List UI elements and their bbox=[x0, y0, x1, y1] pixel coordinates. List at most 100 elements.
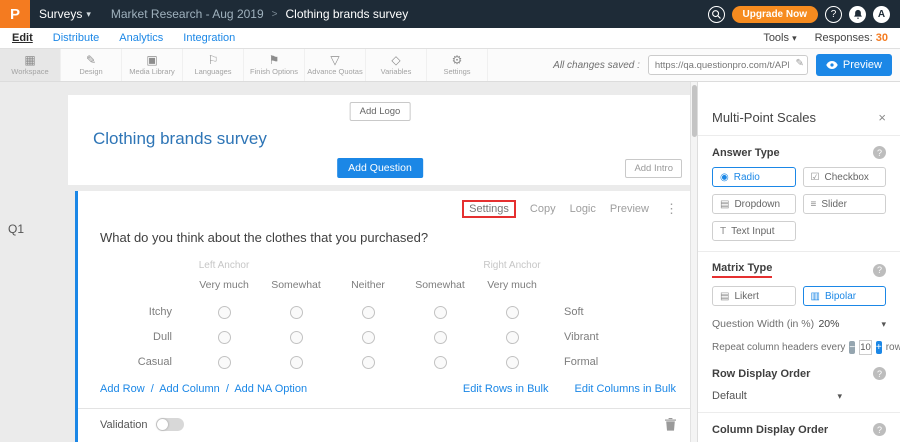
radio-option[interactable] bbox=[290, 331, 303, 344]
toolbar-item-settings[interactable]: ⚙ Settings bbox=[427, 49, 488, 81]
divider bbox=[698, 251, 900, 252]
tools-dropdown[interactable]: Tools ▾ bbox=[763, 32, 796, 44]
radio-option[interactable] bbox=[434, 331, 447, 344]
toolbar-item-workspace[interactable]: ▦ Workspace bbox=[0, 49, 61, 81]
toolbar-item-media-library[interactable]: ▣ Media Library bbox=[122, 49, 183, 81]
validation-toggle[interactable] bbox=[156, 418, 184, 431]
radio-option[interactable] bbox=[218, 306, 231, 319]
radio-option[interactable] bbox=[434, 356, 447, 369]
surveys-dropdown[interactable]: Surveys ▾ bbox=[39, 7, 91, 21]
help-icon[interactable]: ? bbox=[873, 264, 886, 277]
toolbar-item-languages[interactable]: ⚐ Languages bbox=[183, 49, 244, 81]
responses-counter[interactable]: Responses: 30 bbox=[815, 32, 888, 44]
toolbar-item-variables[interactable]: ◇ Variables bbox=[366, 49, 427, 81]
notifications-bell-icon[interactable] bbox=[849, 6, 866, 23]
question-settings-panel: Multi-Point Scales × Answer Type ? ◉ Rad… bbox=[697, 82, 900, 442]
row-left-label: Itchy bbox=[100, 300, 188, 325]
add-row-link[interactable]: Add Row bbox=[100, 383, 145, 395]
delete-question-trash-icon[interactable] bbox=[665, 418, 676, 431]
matrix-grid: Left Anchor Right Anchor Very much Somew… bbox=[100, 260, 692, 375]
likert-icon: ▤ bbox=[720, 291, 729, 302]
radio-option[interactable] bbox=[362, 306, 375, 319]
matrix-type-likert[interactable]: ▤ Likert bbox=[712, 286, 796, 306]
edit-url-pencil-icon[interactable]: ✎ bbox=[795, 58, 803, 69]
survey-url-wrap: ✎ bbox=[648, 55, 808, 76]
question-width-row: Question Width (in %) 20% ▾ bbox=[712, 318, 886, 330]
row-left-label: Dull bbox=[100, 325, 188, 350]
answer-type-text-input[interactable]: T Text Input bbox=[712, 221, 796, 241]
answer-type-checkbox[interactable]: ☑ Checkbox bbox=[803, 167, 887, 187]
row-display-order-select[interactable]: Default ▾ bbox=[712, 390, 886, 402]
menu-item-distribute[interactable]: Distribute bbox=[53, 32, 99, 44]
radio-option[interactable] bbox=[218, 331, 231, 344]
question-text[interactable]: What do you think about the clothes that… bbox=[100, 230, 692, 245]
preview-button[interactable]: Preview bbox=[816, 54, 892, 76]
upgrade-now-button[interactable]: Upgrade Now bbox=[732, 6, 818, 23]
search-icon[interactable] bbox=[708, 6, 725, 23]
radio-option[interactable] bbox=[506, 331, 519, 344]
increment-button[interactable]: + bbox=[876, 341, 882, 354]
question-copy-action[interactable]: Copy bbox=[530, 203, 556, 215]
survey-title[interactable]: Clothing brands survey bbox=[93, 129, 267, 149]
chevron-down-icon[interactable]: ▾ bbox=[881, 319, 886, 330]
help-icon[interactable]: ? bbox=[873, 146, 886, 159]
radio-option[interactable] bbox=[218, 356, 231, 369]
answer-type-dropdown[interactable]: ▤ Dropdown bbox=[712, 194, 796, 214]
question-logic-action[interactable]: Logic bbox=[570, 203, 596, 215]
answer-type-radio[interactable]: ◉ Radio bbox=[712, 167, 796, 187]
radio-option[interactable] bbox=[290, 356, 303, 369]
matrix-edit-links: Add Row / Add Column / Add NA Option Edi… bbox=[100, 383, 676, 395]
edit-columns-bulk-link[interactable]: Edit Columns in Bulk bbox=[575, 383, 677, 395]
question-width-select[interactable]: 20% bbox=[818, 318, 839, 330]
menu-item-edit[interactable]: Edit bbox=[12, 32, 33, 44]
advance-quotas-icon: ▽ bbox=[330, 54, 339, 66]
radio-option[interactable] bbox=[362, 356, 375, 369]
main-area: Q1 Add Logo Clothing brands survey Add Q… bbox=[0, 82, 900, 442]
radio-option[interactable] bbox=[434, 306, 447, 319]
radio-option[interactable] bbox=[506, 306, 519, 319]
menu-item-integration[interactable]: Integration bbox=[183, 32, 235, 44]
matrix-column-header: Neither bbox=[332, 279, 404, 300]
repeat-headers-value[interactable]: 10 bbox=[859, 340, 872, 355]
scrollbar-thumb[interactable] bbox=[692, 85, 697, 137]
add-question-button[interactable]: Add Question bbox=[337, 158, 423, 178]
toolbar-label: Workspace bbox=[11, 67, 48, 76]
toolbar-item-finish-options[interactable]: ⚑ Finish Options bbox=[244, 49, 305, 81]
question-settings-action[interactable]: Settings bbox=[462, 200, 516, 218]
help-icon[interactable]: ? bbox=[873, 367, 886, 380]
decrement-button[interactable]: − bbox=[849, 341, 855, 354]
add-intro-button[interactable]: Add Intro bbox=[625, 159, 682, 178]
survey-url-input[interactable] bbox=[648, 55, 808, 75]
design-icon: ✎ bbox=[86, 54, 96, 66]
toolbar-item-advance-quotas[interactable]: ▽ Advance Quotas bbox=[305, 49, 366, 81]
toolbar-label: Languages bbox=[194, 67, 231, 76]
toolbar-item-design[interactable]: ✎ Design bbox=[61, 49, 122, 81]
menu-item-analytics[interactable]: Analytics bbox=[119, 32, 163, 44]
chevron-down-icon: ▾ bbox=[86, 9, 91, 20]
avatar[interactable]: A bbox=[873, 6, 890, 23]
matrix-type-bipolar[interactable]: ▥ Bipolar bbox=[803, 286, 887, 306]
repeat-headers-suffix: rows. bbox=[886, 342, 900, 353]
add-column-link[interactable]: Add Column bbox=[159, 383, 220, 395]
radio-option[interactable] bbox=[290, 306, 303, 319]
bulk-edit-links: Edit Rows in Bulk Edit Columns in Bulk bbox=[463, 383, 676, 395]
tools-label: Tools bbox=[763, 32, 789, 44]
answer-type-slider[interactable]: ≡ Slider bbox=[803, 194, 887, 214]
add-logo-button[interactable]: Add Logo bbox=[350, 102, 411, 121]
help-icon[interactable]: ? bbox=[873, 423, 886, 436]
question-preview-action[interactable]: Preview bbox=[610, 203, 649, 215]
repeat-headers-row: Repeat column headers every − 10 + rows. bbox=[712, 340, 886, 355]
help-icon[interactable]: ? bbox=[825, 6, 842, 23]
answer-type-options: ◉ Radio ☑ Checkbox ▤ Dropdown ≡ Slider T bbox=[712, 167, 886, 241]
dropdown-icon: ▤ bbox=[720, 199, 729, 210]
breadcrumb-project[interactable]: Market Research - Aug 2019 bbox=[111, 7, 264, 21]
radio-option[interactable] bbox=[362, 331, 375, 344]
add-na-option-link[interactable]: Add NA Option bbox=[234, 383, 307, 395]
radio-option[interactable] bbox=[506, 356, 519, 369]
vertical-scrollbar[interactable] bbox=[690, 82, 697, 442]
option-label: Bipolar bbox=[825, 291, 856, 302]
close-icon[interactable]: × bbox=[878, 110, 886, 125]
more-options-icon[interactable]: ⋮ bbox=[665, 201, 678, 217]
questionpro-logo-icon[interactable]: P bbox=[0, 0, 30, 28]
edit-rows-bulk-link[interactable]: Edit Rows in Bulk bbox=[463, 383, 549, 395]
